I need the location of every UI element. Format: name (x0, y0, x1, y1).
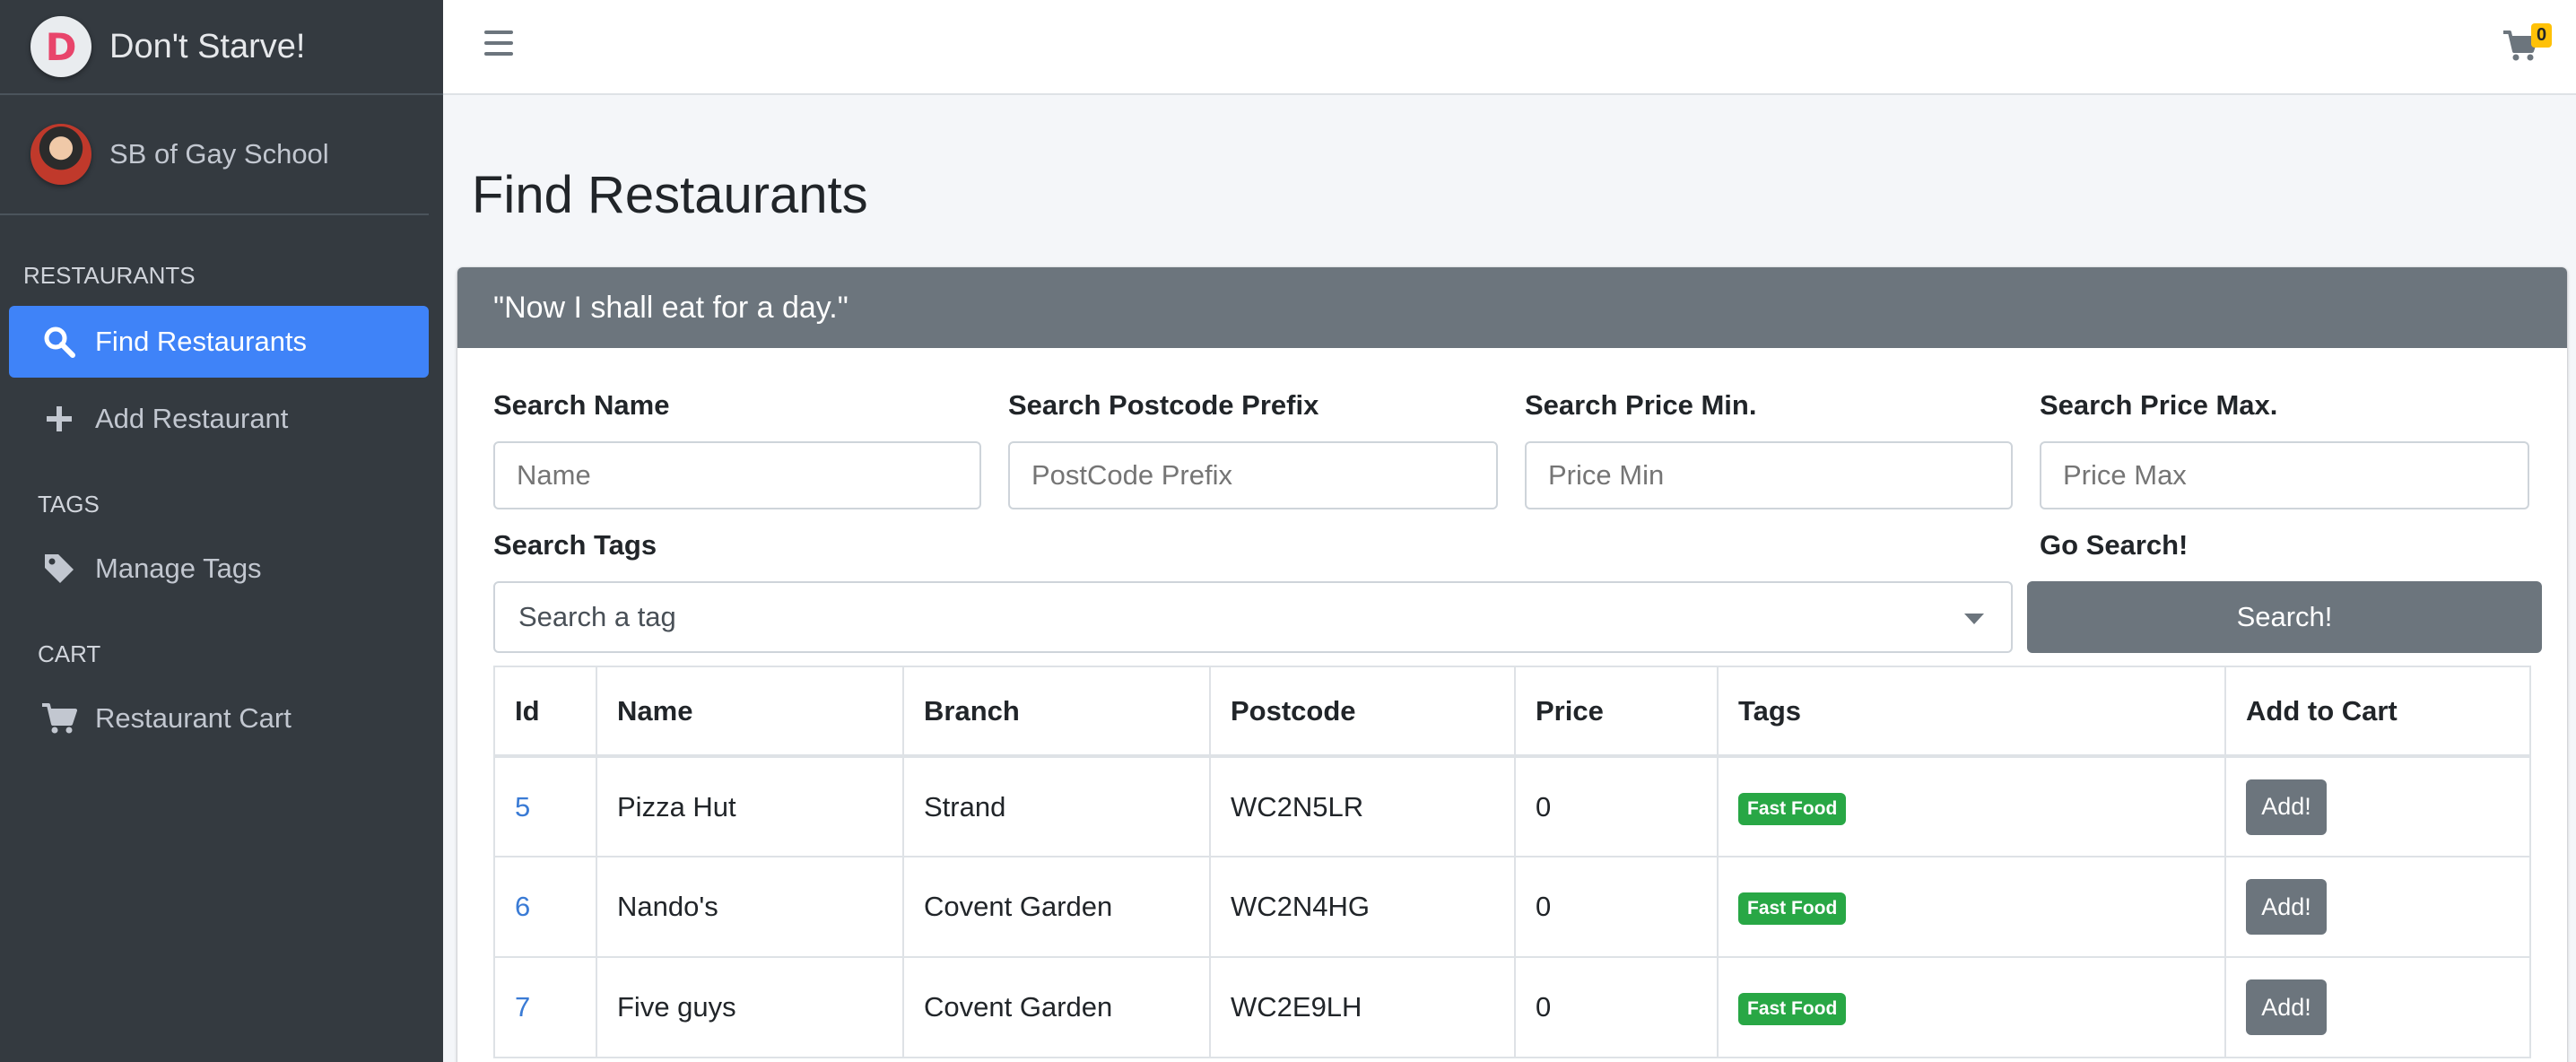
sidebar-item-label: Manage Tags (95, 553, 262, 584)
tag-badge: Fast Food (1738, 993, 1847, 1025)
nav-header-restaurants: RESTAURANTS (23, 262, 196, 289)
restaurant-branch: Covent Garden (902, 956, 1211, 1058)
search-postcode-input[interactable] (1008, 441, 1498, 509)
search-price-min-label: Search Price Min. (1525, 389, 1757, 421)
search-button[interactable]: Search! (2027, 581, 2542, 653)
restaurant-branch: Strand (902, 755, 1211, 857)
cart-icon (41, 701, 77, 736)
sidebar-item-label: Add Restaurant (95, 403, 289, 434)
brand-link[interactable]: D Don't Starve! (0, 0, 443, 95)
brand-logo-letter: D (45, 24, 77, 69)
column-header-price: Price (1514, 666, 1719, 758)
menu-toggle-icon[interactable] (484, 30, 513, 56)
tag-badge: Fast Food (1738, 792, 1847, 825)
tag-badge: Fast Food (1738, 892, 1847, 925)
restaurant-branch: Covent Garden (902, 856, 1211, 958)
brand-logo: D (30, 16, 91, 77)
sidebar-item-manage-tags[interactable]: Manage Tags (9, 533, 429, 605)
restaurant-id-link[interactable]: 7 (515, 991, 530, 1023)
search-name-input[interactable] (493, 441, 981, 509)
table-row: 5 Pizza Hut Strand WC2N5LR 0 Fast Food A… (493, 755, 2531, 857)
search-price-max-input[interactable] (2040, 441, 2529, 509)
search-price-min-input[interactable] (1525, 441, 2013, 509)
plus-icon (41, 401, 77, 437)
sidebar-item-restaurant-cart[interactable]: Restaurant Cart (9, 683, 429, 754)
restaurant-price: 0 (1514, 755, 1719, 857)
search-tags-placeholder: Search a tag (518, 601, 676, 632)
navbar-cart[interactable]: 0 (2502, 22, 2556, 66)
search-name-label: Search Name (493, 389, 670, 421)
avatar (30, 124, 91, 185)
restaurant-postcode: WC2N4HG (1209, 856, 1516, 958)
top-navbar: 0 (443, 0, 2576, 95)
column-header-postcode: Postcode (1209, 666, 1516, 758)
column-header-name: Name (596, 666, 904, 758)
restaurants-table: Id Name Branch Postcode Price Tags Add t… (493, 666, 2531, 1058)
add-to-cart-button[interactable]: Add! (2246, 979, 2327, 1035)
user-panel[interactable]: SB of Gay School (0, 95, 429, 215)
brand-name: Don't Starve! (109, 27, 306, 65)
nav-header-tags: TAGS (38, 491, 100, 518)
restaurant-postcode: WC2E9LH (1209, 956, 1516, 1058)
add-to-cart-button[interactable]: Add! (2246, 879, 2327, 935)
restaurant-name: Nando's (596, 856, 904, 958)
chevron-down-icon (1964, 614, 1984, 624)
search-tags-select[interactable]: Search a tag (493, 581, 2013, 653)
table-header-row: Id Name Branch Postcode Price Tags Add t… (493, 666, 2531, 758)
search-card: "Now I shall eat for a day." Search Name… (457, 267, 2567, 1062)
sidebar: D Don't Starve! SB of Gay School RESTAUR… (0, 0, 443, 1062)
sidebar-item-find-restaurants[interactable]: Find Restaurants (9, 306, 429, 378)
tag-icon (41, 551, 77, 587)
nav-header-cart: CART (38, 640, 101, 667)
table-row: 7 Five guys Covent Garden WC2E9LH 0 Fast… (493, 956, 2531, 1058)
page-title: Find Restaurants (472, 166, 868, 224)
column-header-id: Id (493, 666, 597, 758)
column-header-add-to-cart: Add to Cart (2224, 666, 2531, 758)
search-postcode-label: Search Postcode Prefix (1008, 389, 1319, 421)
search-tags-label: Search Tags (493, 529, 657, 561)
go-search-label: Go Search! (2040, 529, 2189, 561)
restaurant-price: 0 (1514, 856, 1719, 958)
restaurant-name: Pizza Hut (596, 755, 904, 857)
table-row: 6 Nando's Covent Garden WC2N4HG 0 Fast F… (493, 856, 2531, 958)
restaurant-id-link[interactable]: 6 (515, 891, 530, 922)
restaurant-postcode: WC2N5LR (1209, 755, 1516, 857)
add-to-cart-button[interactable]: Add! (2246, 779, 2327, 835)
user-name: SB of Gay School (109, 138, 329, 170)
column-header-branch: Branch (902, 666, 1211, 758)
card-header-quote: "Now I shall eat for a day." (457, 267, 2567, 348)
cart-count-badge: 0 (2531, 23, 2553, 48)
restaurant-name: Five guys (596, 956, 904, 1058)
search-icon (41, 324, 77, 360)
sidebar-item-label: Restaurant Cart (95, 702, 292, 734)
restaurant-id-link[interactable]: 5 (515, 791, 530, 823)
sidebar-item-add-restaurant[interactable]: Add Restaurant (9, 383, 429, 455)
search-price-max-label: Search Price Max. (2040, 389, 2278, 421)
column-header-tags: Tags (1717, 666, 2226, 758)
restaurant-price: 0 (1514, 956, 1719, 1058)
sidebar-item-label: Find Restaurants (95, 326, 308, 357)
